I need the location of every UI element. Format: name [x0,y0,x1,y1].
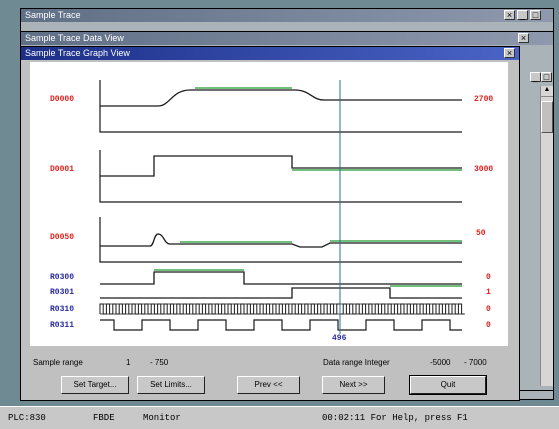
outer-maximize-icon[interactable]: □ [530,10,541,20]
status-mode-monitor: Monitor [143,413,181,423]
channel-name-r0310: R0310 [50,305,75,314]
outer-window-title-text: Sample Trace [25,10,81,20]
sample-range-to: - 750 [150,358,169,367]
channel-max-d0000: 2700 [474,95,494,104]
bit-state-r0301: 1 [486,288,491,297]
status-bar: PLC:830 FBDE Monitor 00:02:11 For Help, … [0,406,559,429]
channel-name-r0300: R0300 [50,273,75,282]
data-view-title: Sample Trace Data View [21,32,553,45]
quit-button[interactable]: Quit [409,375,487,395]
bit-state-r0310: 0 [486,305,491,314]
channel-name-d0050: D0050 [50,233,75,242]
prev-button[interactable]: Prev << [237,376,300,394]
data-view-scrollbar[interactable]: ▲ [540,86,553,386]
outer-window-title: Sample Trace [21,9,553,22]
trace-d0050-highlight [180,240,462,243]
status-mode-fbde: FBDE [93,413,115,423]
trace-r0310-wave [99,303,465,315]
scroll-thumb[interactable] [541,101,553,133]
data-range-max: - 7000 [464,358,487,367]
outer-minimize-icon[interactable]: _ [517,10,528,20]
sample-range-from: 1 [126,358,131,367]
sample-range-label: Sample range [33,358,83,367]
set-limits-button[interactable]: Set Limits... [137,376,205,394]
data-view-title-text: Sample Trace Data View [25,33,124,43]
graph-view-title: Sample Trace Graph View [21,47,519,60]
scroll-up-icon[interactable]: ▲ [541,86,553,97]
channel-name-r0311: R0311 [50,321,75,330]
plot-area: D0000 D0001 D0050 R0300 R0301 R0310 R031… [30,62,508,346]
data-view-min-icon[interactable]: _ [530,72,541,82]
next-button[interactable]: Next >> [322,376,385,394]
trace-d0000 [100,89,462,107]
data-range-label: Data range Integer [323,358,390,367]
outer-close-icon[interactable]: × [504,10,515,20]
bit-state-r0311: 0 [486,321,491,330]
trace-r0311 [100,319,462,331]
status-message: 00:02:11 For Help, press F1 [322,413,468,423]
trace-r0300 [100,271,462,285]
trace-d0001 [100,155,462,177]
graph-view-title-text: Sample Trace Graph View [25,48,130,58]
set-target-button[interactable]: Set Target... [61,376,129,394]
cursor-sample-label: 496 [332,334,347,343]
bit-state-r0300: 0 [486,273,491,282]
data-range-min: -5000 [430,358,451,367]
trace-r0310 [99,303,465,315]
channel-name-d0001: D0001 [50,165,75,174]
channel-max-d0050: 50 [476,229,486,238]
status-plc: PLC:830 [8,413,46,423]
trace-r0301 [100,287,462,299]
data-view-max-icon[interactable]: □ [541,72,552,82]
trace-graph [99,80,465,334]
channel-max-d0001: 3000 [474,165,494,174]
graph-view-close-icon[interactable]: × [504,48,515,58]
channel-name-d0000: D0000 [50,95,75,104]
data-view-close-icon[interactable]: × [518,33,529,43]
channel-name-r0301: R0301 [50,288,75,297]
